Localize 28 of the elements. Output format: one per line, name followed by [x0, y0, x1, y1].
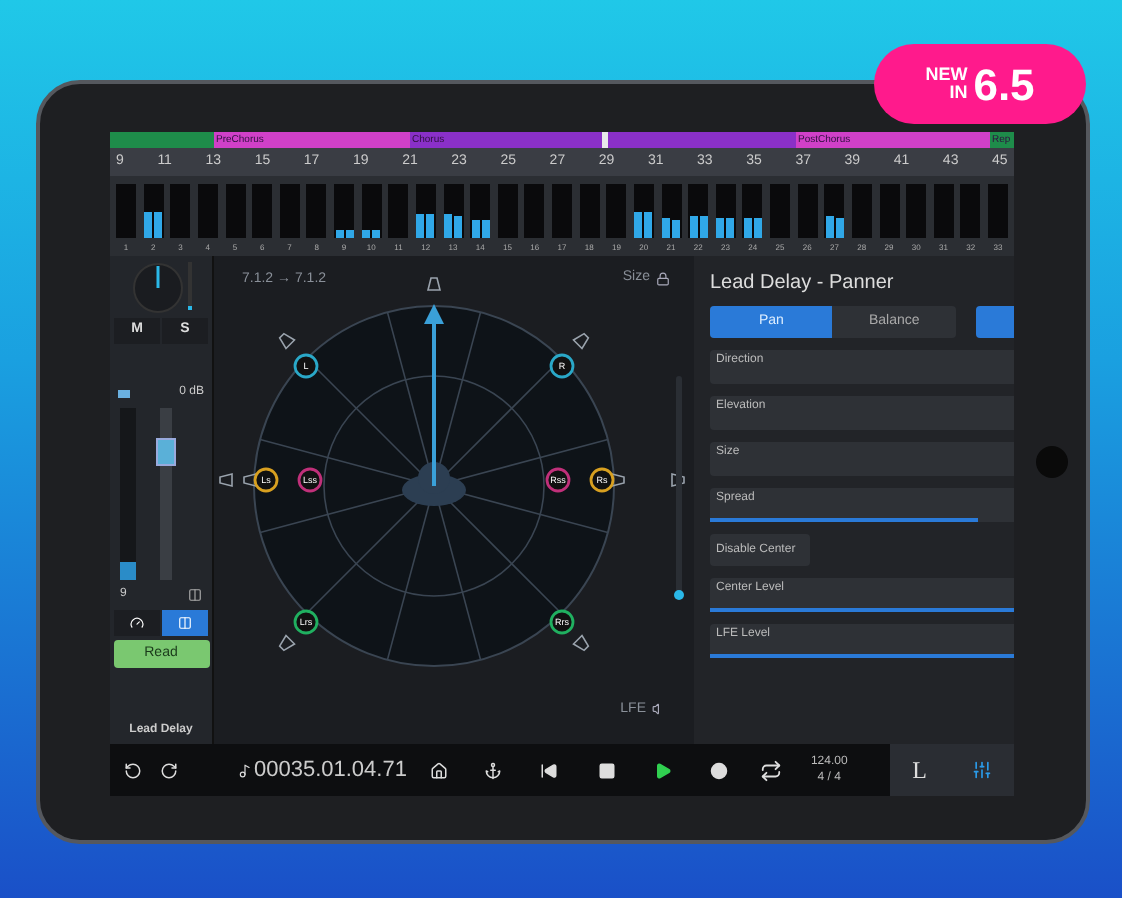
undo-icon[interactable] [124, 761, 142, 779]
dial-icon [130, 616, 144, 630]
record-icon[interactable] [710, 761, 729, 779]
meter-mode-icon[interactable] [118, 389, 130, 397]
badge-in: IN [949, 84, 968, 102]
columns-icon [178, 616, 192, 630]
direction-arrow[interactable] [424, 304, 444, 486]
mixer-icon[interactable] [971, 760, 992, 780]
play-icon[interactable] [654, 761, 673, 779]
badge-new: NEW [925, 66, 968, 84]
badge-version: 6.5 [973, 57, 1035, 113]
routing-icon[interactable] [188, 588, 202, 602]
house-icon[interactable] [430, 761, 449, 779]
panel-title: Lead Delay - Panner [710, 270, 896, 298]
redo-icon[interactable] [160, 761, 178, 779]
stop-icon[interactable] [598, 761, 617, 779]
monitor-button[interactable] [162, 610, 208, 636]
mode-button[interactable] [975, 306, 1014, 338]
mode-label[interactable]: L [912, 752, 927, 788]
skip-back-icon[interactable] [540, 761, 559, 779]
anchor-icon[interactable] [484, 761, 503, 779]
input-monitor-button[interactable] [114, 610, 160, 636]
volume-fader[interactable] [160, 408, 172, 580]
lock-icon[interactable] [656, 271, 670, 286]
music-note-icon [238, 763, 252, 777]
pan-knob[interactable] [131, 262, 183, 314]
time-position: 00035.01.04.71 [254, 755, 407, 786]
loop-icon[interactable] [760, 759, 783, 781]
